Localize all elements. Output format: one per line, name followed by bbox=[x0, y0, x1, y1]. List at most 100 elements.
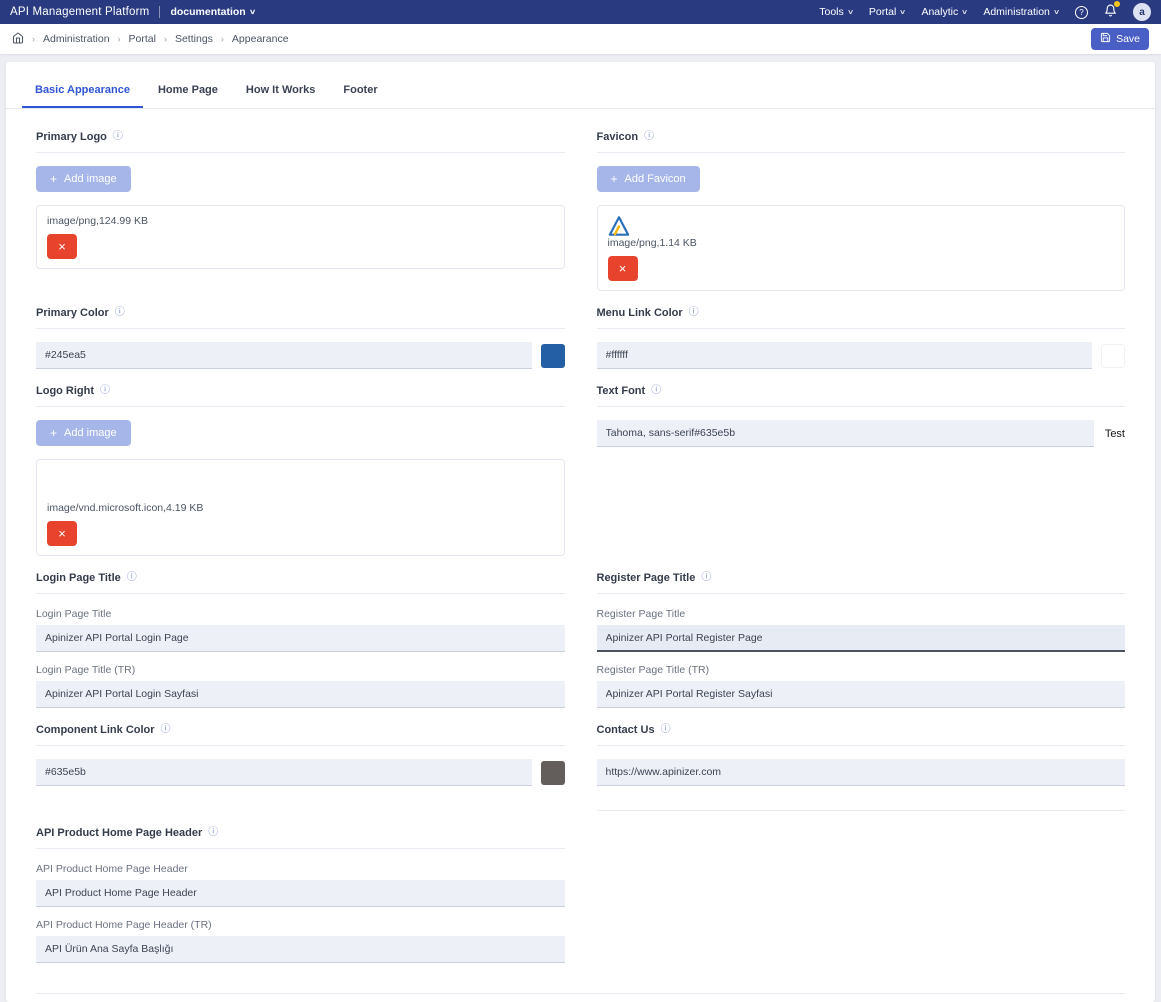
avatar[interactable]: a bbox=[1133, 3, 1151, 21]
form-row: Component Link Color ⓘ Contact Us ⓘ bbox=[36, 724, 1125, 827]
help-button[interactable]: ? bbox=[1075, 6, 1088, 19]
field-label: Login Page Title (TR) bbox=[36, 664, 565, 676]
app-title: API Management Platform bbox=[10, 6, 149, 18]
register-page-title-tr-input[interactable] bbox=[597, 681, 1126, 708]
section-component-link-color: Component Link Color ⓘ bbox=[36, 724, 565, 786]
primary-color-input[interactable] bbox=[36, 342, 532, 369]
breadcrumb-portal[interactable]: Portal bbox=[129, 33, 156, 45]
api-product-header-input[interactable] bbox=[36, 880, 565, 907]
section-header: Register Page Title ⓘ bbox=[597, 572, 1126, 594]
save-button[interactable]: Save bbox=[1091, 28, 1149, 50]
primary-color-swatch[interactable] bbox=[541, 344, 565, 368]
menu-link-color-input[interactable] bbox=[597, 342, 1093, 369]
info-icon[interactable]: ⓘ bbox=[689, 308, 699, 318]
avatar-initial: a bbox=[1139, 7, 1145, 18]
remove-file-button[interactable]: × bbox=[47, 234, 77, 259]
section-primary-color: Primary Color ⓘ bbox=[36, 307, 565, 369]
section-header: Login Page Title ⓘ bbox=[36, 572, 565, 594]
notifications-button[interactable] bbox=[1104, 4, 1117, 20]
form-row: Primary Logo ⓘ + Add image image/png,124… bbox=[36, 131, 1125, 307]
close-icon: × bbox=[619, 261, 627, 276]
tab-how-it-works[interactable]: How It Works bbox=[233, 76, 328, 108]
section-title: Primary Color bbox=[36, 307, 109, 319]
info-icon[interactable]: ⓘ bbox=[161, 725, 171, 735]
file-name: image/png,1.14 KB bbox=[608, 237, 1115, 249]
info-icon[interactable]: ⓘ bbox=[661, 725, 671, 735]
remove-file-button[interactable]: × bbox=[47, 521, 77, 546]
favicon-preview: image/png,1.14 KB × bbox=[597, 205, 1126, 291]
settings-card: Basic Appearance Home Page How It Works … bbox=[6, 62, 1155, 1002]
menu-link-color-swatch[interactable] bbox=[1101, 344, 1125, 368]
help-icon: ? bbox=[1075, 6, 1088, 19]
tabs: Basic Appearance Home Page How It Works … bbox=[6, 62, 1155, 109]
section-primary-logo: Primary Logo ⓘ + Add image image/png,124… bbox=[36, 131, 565, 269]
breadcrumb-appearance[interactable]: Appearance bbox=[232, 33, 289, 45]
tab-home-page[interactable]: Home Page bbox=[145, 76, 231, 108]
login-page-title-tr-input[interactable] bbox=[36, 681, 565, 708]
home-icon[interactable] bbox=[12, 32, 24, 47]
add-favicon-label: Add Favicon bbox=[625, 173, 686, 185]
breadcrumb-administration[interactable]: Administration bbox=[43, 33, 110, 45]
field-label: Register Page Title (TR) bbox=[597, 664, 1126, 676]
tab-footer[interactable]: Footer bbox=[330, 76, 390, 108]
plus-icon: + bbox=[611, 173, 618, 185]
info-icon[interactable]: ⓘ bbox=[113, 132, 123, 142]
form-row: API Product Home Page Header ⓘ API Produ… bbox=[36, 827, 1125, 979]
remove-file-button[interactable]: × bbox=[608, 256, 638, 281]
section-title: Favicon bbox=[597, 131, 639, 143]
section-header: Favicon ⓘ bbox=[597, 131, 1126, 153]
section-title: Logo Right bbox=[36, 385, 94, 397]
breadcrumb-bar: › Administration › Portal › Settings › A… bbox=[0, 24, 1161, 54]
info-icon[interactable]: ⓘ bbox=[127, 573, 137, 583]
close-icon: × bbox=[58, 239, 66, 254]
section-title: API Product Home Page Header bbox=[36, 827, 202, 839]
breadcrumb-separator: › bbox=[221, 34, 224, 44]
login-page-title-input[interactable] bbox=[36, 625, 565, 652]
menu-tools-label: Tools bbox=[819, 6, 844, 18]
section-menu-link-color: Menu Link Color ⓘ bbox=[597, 307, 1126, 369]
register-page-title-input[interactable] bbox=[597, 625, 1126, 652]
top-navbar: API Management Platform documentation ∨ … bbox=[0, 0, 1161, 24]
section-register-page-title: Register Page Title ⓘ Register Page Titl… bbox=[597, 572, 1126, 708]
text-font-input[interactable] bbox=[597, 420, 1094, 447]
breadcrumb-settings[interactable]: Settings bbox=[175, 33, 213, 45]
section-header: Logo Right ⓘ bbox=[36, 385, 565, 407]
section-header: API Product Home Page Header ⓘ bbox=[36, 827, 565, 849]
section-title: Component Link Color bbox=[36, 724, 155, 736]
menu-tools[interactable]: Tools ∨ bbox=[819, 6, 853, 18]
navbar-right: Tools ∨ Portal ∨ Analytic ∨ Administrati… bbox=[819, 3, 1151, 21]
section-header: Primary Logo ⓘ bbox=[36, 131, 565, 153]
api-product-header-tr-input[interactable] bbox=[36, 936, 565, 963]
info-icon[interactable]: ⓘ bbox=[208, 828, 218, 838]
add-image-button[interactable]: + Add image bbox=[36, 166, 131, 192]
section-title: Primary Logo bbox=[36, 131, 107, 143]
menu-portal[interactable]: Portal ∨ bbox=[869, 6, 906, 18]
bottom-divider bbox=[36, 993, 1125, 994]
section-title: Contact Us bbox=[597, 724, 655, 736]
info-icon[interactable]: ⓘ bbox=[701, 573, 711, 583]
breadcrumb: › Administration › Portal › Settings › A… bbox=[12, 32, 289, 47]
add-favicon-button[interactable]: + Add Favicon bbox=[597, 166, 700, 192]
menu-analytic[interactable]: Analytic ∨ bbox=[921, 6, 967, 18]
menu-administration[interactable]: Administration ∨ bbox=[983, 6, 1059, 18]
section-title: Text Font bbox=[597, 385, 646, 397]
font-test-preview: Test bbox=[1105, 428, 1125, 440]
form-row: Logo Right ⓘ + Add image image/vnd.micro… bbox=[36, 385, 1125, 572]
tab-basic-appearance[interactable]: Basic Appearance bbox=[22, 76, 143, 108]
add-image-label: Add image bbox=[64, 427, 117, 439]
info-icon[interactable]: ⓘ bbox=[100, 386, 110, 396]
breadcrumb-separator: › bbox=[118, 34, 121, 44]
contact-us-input[interactable] bbox=[597, 759, 1126, 786]
navbar-divider bbox=[159, 6, 160, 18]
info-icon[interactable]: ⓘ bbox=[651, 386, 661, 396]
project-selector[interactable]: documentation ∨ bbox=[170, 6, 254, 18]
info-icon[interactable]: ⓘ bbox=[644, 132, 654, 142]
section-title: Register Page Title bbox=[597, 572, 696, 584]
component-link-color-input[interactable] bbox=[36, 759, 532, 786]
file-name: image/png,124.99 KB bbox=[47, 215, 554, 227]
add-image-button[interactable]: + Add image bbox=[36, 420, 131, 446]
component-link-color-swatch[interactable] bbox=[541, 761, 565, 785]
favicon-image bbox=[608, 215, 1115, 237]
info-icon[interactable]: ⓘ bbox=[115, 308, 125, 318]
breadcrumb-separator: › bbox=[164, 34, 167, 44]
